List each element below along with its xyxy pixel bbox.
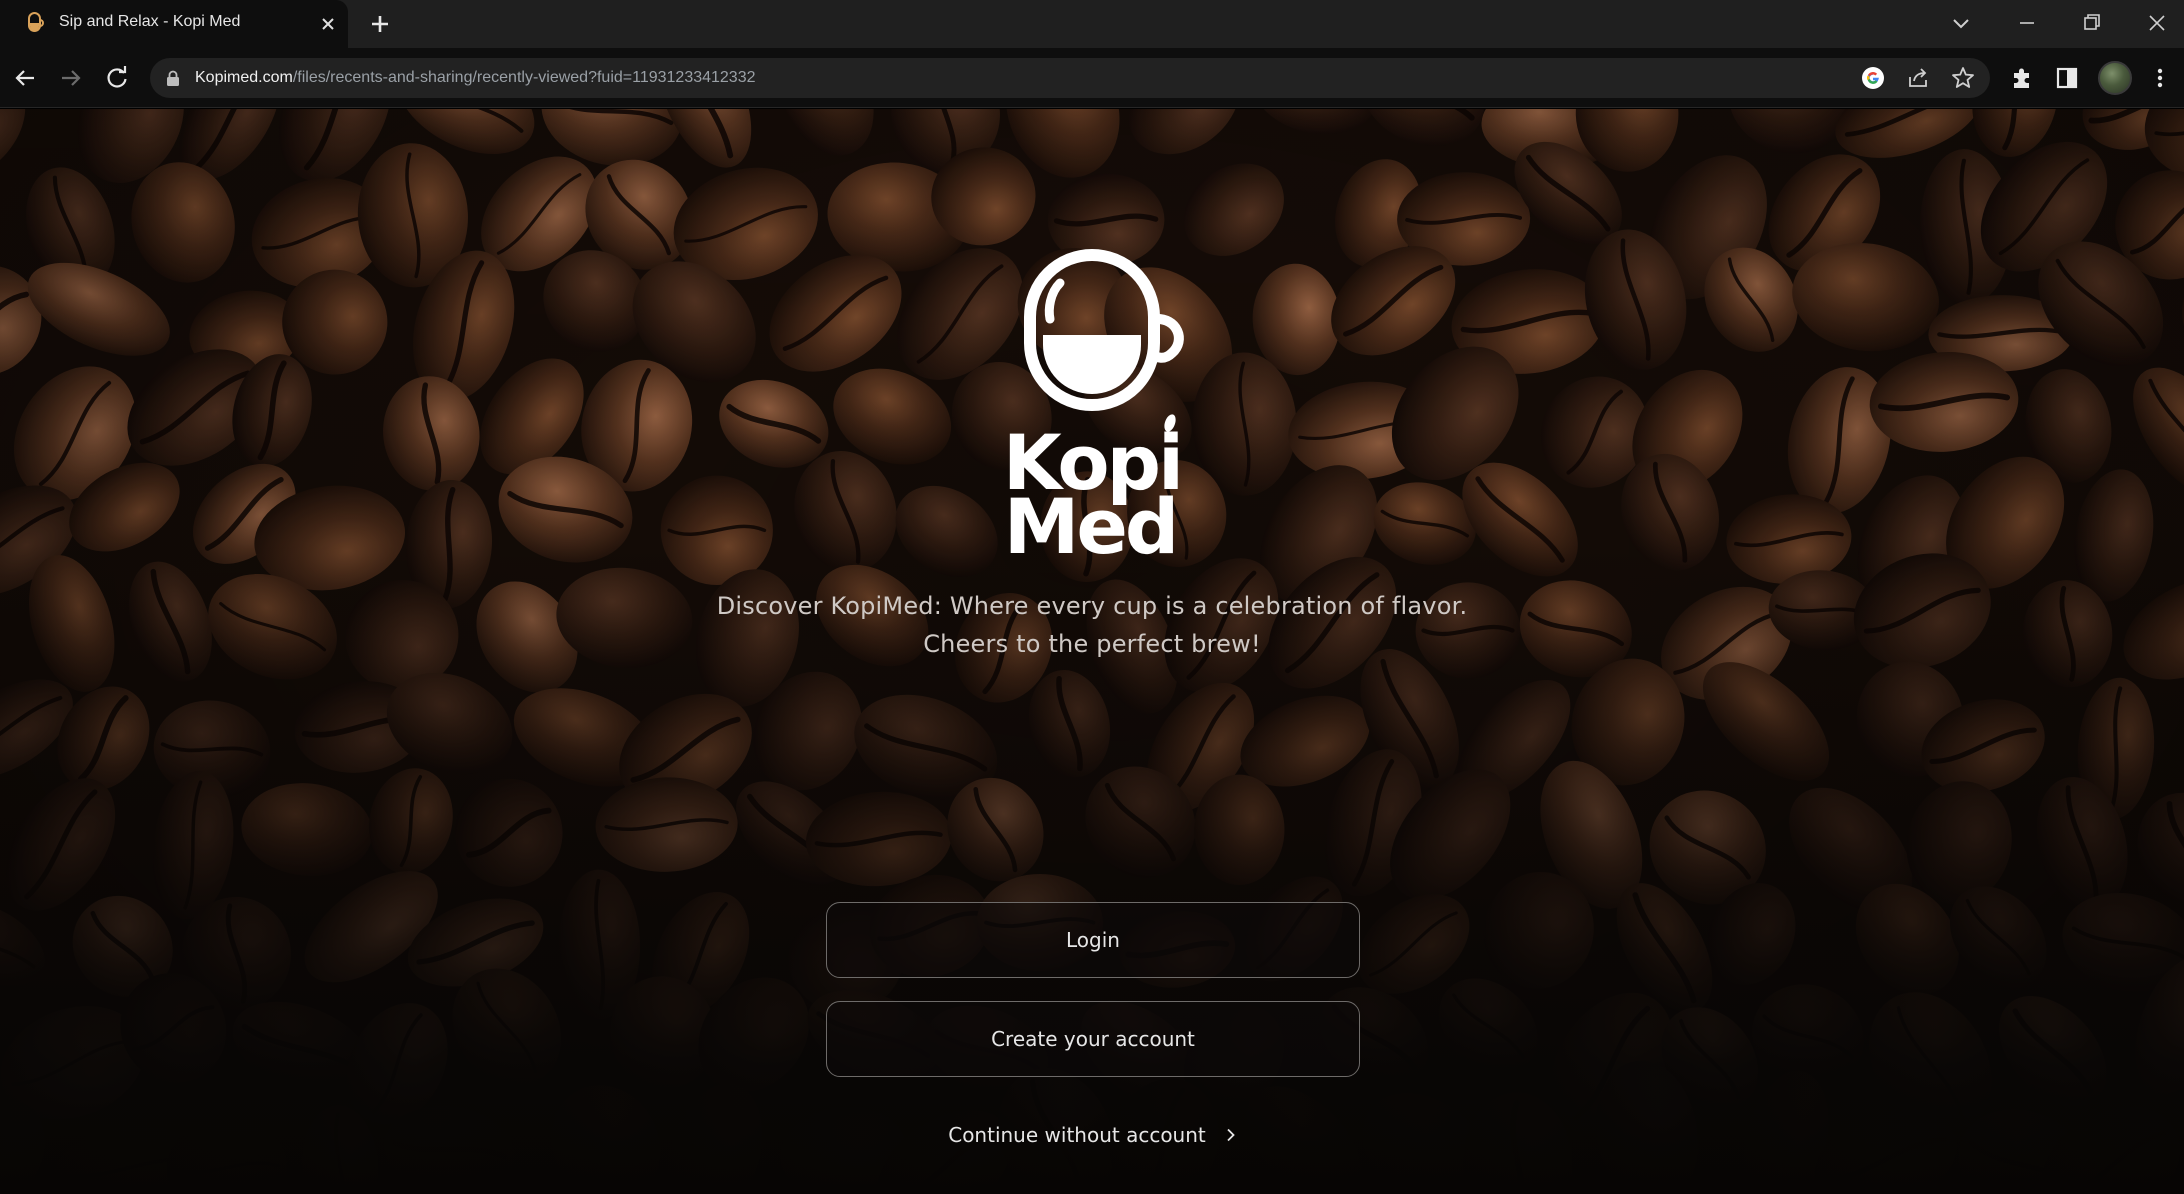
active-tab[interactable]: Sip and Relax - Kopi Med xyxy=(0,0,348,48)
forward-icon[interactable] xyxy=(56,63,86,93)
create-account-button[interactable]: Create your account xyxy=(826,1001,1360,1077)
hero-tagline: Discover KopiMed: Where every cup is a c… xyxy=(592,587,1592,663)
kopimed-logo: Kopi Med xyxy=(1003,249,1184,559)
create-account-button-label: Create your account xyxy=(991,1027,1195,1051)
tab-title: Sip and Relax - Kopi Med xyxy=(59,13,241,30)
chevron-right-icon xyxy=(1227,1128,1235,1142)
side-panel-icon[interactable] xyxy=(2053,64,2081,92)
close-window-icon[interactable] xyxy=(2140,8,2174,38)
url-host: Kopimed.com xyxy=(195,69,293,86)
lock-icon[interactable] xyxy=(166,70,180,86)
browser-toolbar: Kopimed.com/files/recents-and-sharing/re… xyxy=(0,48,2184,108)
login-button[interactable]: Login xyxy=(826,902,1360,978)
extensions-icon[interactable] xyxy=(2008,64,2036,92)
url-text[interactable]: Kopimed.com/files/recents-and-sharing/re… xyxy=(195,69,756,87)
address-bar[interactable]: Kopimed.com/files/recents-and-sharing/re… xyxy=(150,58,1990,98)
tab-strip: Sip and Relax - Kopi Med xyxy=(0,0,2184,48)
login-button-label: Login xyxy=(1066,928,1120,952)
tab-search-chevron-icon[interactable] xyxy=(1944,8,1978,38)
reload-icon[interactable] xyxy=(102,63,132,93)
profile-avatar[interactable] xyxy=(2098,61,2132,95)
tagline-line-1: Discover KopiMed: Where every cup is a c… xyxy=(716,592,1468,620)
kopimed-favicon-icon xyxy=(28,12,44,32)
logo-wordmark-med: Med xyxy=(1004,482,1177,559)
share-icon[interactable] xyxy=(1905,65,1931,91)
new-tab-icon[interactable] xyxy=(366,10,394,38)
tagline-line-2: Cheers to the perfect brew! xyxy=(923,630,1261,658)
url-path: /files/recents-and-sharing/recently-view… xyxy=(292,69,756,86)
continue-label: Continue without account xyxy=(948,1123,1206,1147)
bookmark-star-icon[interactable] xyxy=(1950,65,1976,91)
minimize-icon[interactable] xyxy=(2010,8,2044,38)
menu-icon[interactable] xyxy=(2146,64,2174,92)
restore-icon[interactable] xyxy=(2074,8,2108,38)
continue-without-account-link[interactable]: Continue without account xyxy=(860,1115,1326,1155)
tab-close-icon[interactable] xyxy=(316,12,340,36)
google-icon[interactable] xyxy=(1860,65,1886,91)
landing-page: Kopi Med Discover KopiMed: Where every c… xyxy=(0,109,2184,1194)
back-icon[interactable] xyxy=(10,63,40,93)
